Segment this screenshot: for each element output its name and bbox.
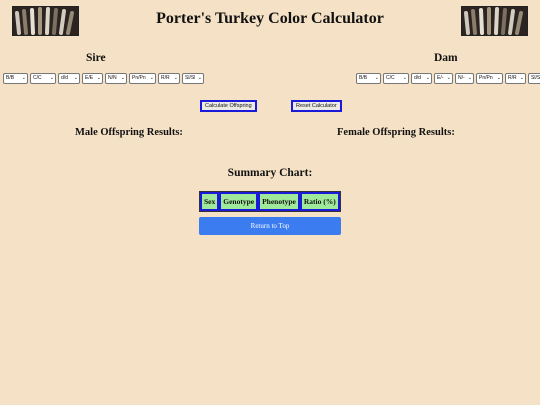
page-title: Porter's Turkey Color Calculator (156, 10, 384, 27)
chevron-down-icon: ⌄ (467, 75, 472, 81)
chevron-down-icon: ⌄ (73, 75, 78, 81)
turkey-feathers-image (461, 6, 528, 36)
chevron-down-icon: ⌄ (425, 75, 430, 81)
chevron-down-icon: ⌄ (49, 75, 54, 81)
dam-c-select[interactable]: C/C ⌄ (383, 73, 409, 84)
chevron-down-icon: ⌄ (402, 75, 407, 81)
dam-b-select[interactable]: B/B ⌄ (356, 73, 381, 84)
sire-e-select[interactable]: E/E ⌄ (82, 73, 103, 84)
column-header-genotype: Genotype (219, 192, 259, 211)
sire-genotype-selects: B/B ⌄ C/C ⌄ d/d ⌄ E/E ⌄ N/N ⌄ Pn/Pn ⌄ R/R ⌄ Sl/… (3, 73, 204, 84)
header: Porter's Turkey Color Calculator (0, 0, 540, 40)
female-offspring-results-heading: Female Offspring Results: (337, 127, 455, 138)
column-header-sex: Sex (200, 192, 220, 211)
dam-d-select[interactable]: d/d ⌄ (411, 73, 432, 84)
sire-label: Sire (86, 52, 106, 64)
dam-sl-select[interactable]: Sl/Sl⌄ (528, 73, 540, 84)
table-header-row: Sex Genotype Phenotype Ratio (%) (200, 192, 340, 211)
chevron-down-icon: ⌄ (374, 75, 379, 81)
chevron-down-icon: ⌄ (120, 75, 125, 81)
chevron-down-icon: ⌄ (197, 75, 202, 81)
summary-chart-title: Summary Chart: (227, 167, 313, 179)
column-header-ratio: Ratio (%) (299, 192, 340, 211)
dam-n-select[interactable]: N/- ⌄ (455, 73, 474, 84)
sire-r-select[interactable]: R/R ⌄ (158, 73, 180, 84)
sire-n-select[interactable]: N/N ⌄ (105, 73, 127, 84)
chevron-down-icon: ⌄ (21, 75, 26, 81)
chevron-down-icon: ⌄ (173, 75, 178, 81)
sire-c-select[interactable]: C/C ⌄ (30, 73, 56, 84)
sire-pn-select[interactable]: Pn/Pn ⌄ (129, 73, 156, 84)
chevron-down-icon: ⌄ (149, 75, 154, 81)
male-offspring-results-heading: Male Offspring Results: (75, 127, 183, 138)
summary-chart-table: Sex Genotype Phenotype Ratio (%) (199, 191, 341, 212)
sire-b-select[interactable]: B/B ⌄ (3, 73, 28, 84)
chevron-down-icon: ⌄ (96, 75, 101, 81)
calculate-offspring-button[interactable]: Calculate Offspring (200, 100, 257, 112)
column-header-phenotype: Phenotype (258, 192, 300, 211)
sire-d-select[interactable]: d/d ⌄ (58, 73, 80, 84)
sire-sl-select[interactable]: Sl/Sl ⌄ (182, 73, 204, 84)
dam-e-select[interactable]: E/- ⌄ (434, 73, 453, 84)
dam-label: Dam (434, 52, 458, 64)
reset-calculator-button[interactable]: Reset Calculator (291, 100, 342, 112)
chevron-down-icon: ⌄ (446, 75, 451, 81)
dam-genotype-selects: B/B ⌄ C/C ⌄ d/d ⌄ E/- ⌄ N/- ⌄ Pn/Pn ⌄ R/R ⌄ Sl/… (356, 73, 540, 84)
dam-pn-select[interactable]: Pn/Pn ⌄ (476, 73, 503, 84)
chevron-down-icon: ⌄ (519, 75, 524, 81)
return-to-top-button[interactable]: Return to Top (199, 217, 341, 235)
dam-r-select[interactable]: R/R ⌄ (505, 73, 526, 84)
chevron-down-icon: ⌄ (496, 75, 501, 81)
